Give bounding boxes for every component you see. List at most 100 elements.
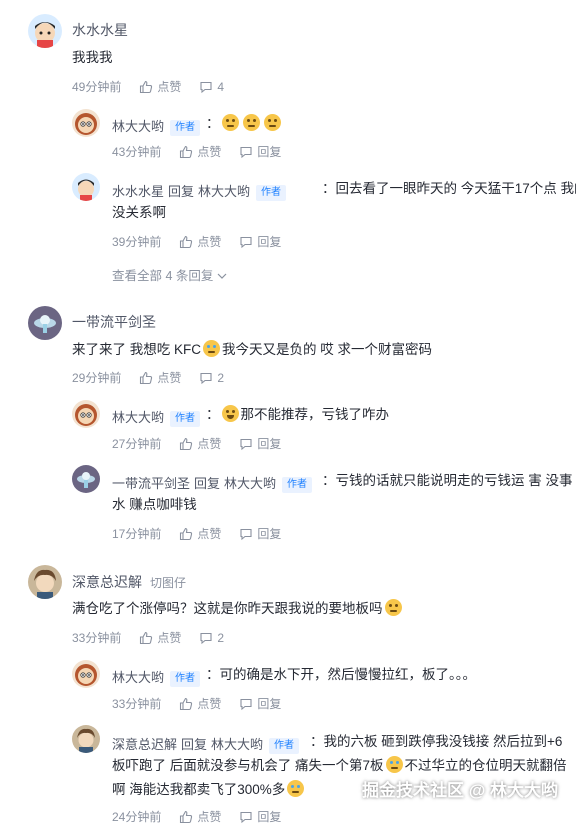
comment-author[interactable]: 一带流平剑圣 bbox=[72, 312, 156, 332]
reply-author-name[interactable]: 深意总迟解 bbox=[112, 737, 177, 752]
reply-time: 39分钟前 bbox=[112, 235, 162, 249]
reply-button[interactable]: 回复 bbox=[239, 525, 281, 542]
reply-target-name[interactable]: 林大大哟 bbox=[211, 737, 263, 752]
thinking-emoji-icon bbox=[242, 114, 260, 131]
comment-author: 深意总迟解 切图仔 bbox=[72, 572, 186, 592]
reply-author: 林大大哟 作者 bbox=[112, 407, 201, 427]
reply-to-label: 回复 bbox=[181, 737, 208, 752]
author-badge: 作者 bbox=[256, 185, 287, 201]
reply-text: ：那不能推荐，亏钱了咋办 bbox=[206, 405, 389, 422]
reply-author-name[interactable]: 一带流平剑圣 bbox=[112, 476, 190, 491]
reply-to-label: 回复 bbox=[194, 476, 221, 491]
reply-text: ： bbox=[206, 113, 283, 135]
comment-meta: 33分钟前 点赞 2 bbox=[72, 629, 242, 646]
reply-author-name[interactable]: 林大大哟 bbox=[112, 670, 164, 685]
reply-text-cont: 板吓跑了 后面就没参与机会了 痛失一个第7板 不过华立的仓位明天就翻倍 bbox=[112, 756, 567, 773]
like-button[interactable]: 点赞 bbox=[179, 525, 221, 542]
reply-time: 43分钟前 bbox=[112, 145, 162, 159]
reply-meta: 43分钟前 点赞 回复 bbox=[112, 143, 299, 160]
reply-text-cont: 没关系啊 bbox=[112, 205, 166, 220]
comment-icon bbox=[240, 698, 252, 710]
comment-icon bbox=[240, 438, 252, 450]
avatar-shuixingxing[interactable] bbox=[72, 173, 100, 201]
thumbs-up-icon bbox=[180, 697, 193, 710]
reply-count-button[interactable]: 2 bbox=[199, 371, 224, 385]
reply-text-cont: 啊 海能达我都卖飞了300%多 bbox=[112, 779, 306, 801]
crying-emoji-icon bbox=[287, 780, 305, 797]
reply-text: ：我的六板 砸到跌停我没钱接 然后拉到+6 bbox=[310, 734, 563, 749]
avatar-lindadayo[interactable] bbox=[72, 109, 100, 137]
reply-text: ：可的确是水下开，然后慢慢拉红，板了。。。 bbox=[206, 667, 476, 682]
like-button[interactable]: 点赞 bbox=[179, 143, 221, 160]
reply-target-name[interactable]: 林大大哟 bbox=[224, 476, 276, 491]
thumbs-up-icon bbox=[140, 371, 153, 384]
avatar-yidailiuping[interactable] bbox=[72, 465, 100, 493]
comment-text: 我我我 bbox=[72, 50, 113, 65]
like-button[interactable]: 点赞 bbox=[179, 695, 221, 712]
comment-text: 满仓吃了个涨停吗？这就是你昨天跟我说的要地板吗 bbox=[72, 598, 404, 620]
comment-icon bbox=[200, 632, 212, 644]
avatar-shenyizongchijie[interactable] bbox=[72, 725, 100, 753]
thumbs-up-icon bbox=[180, 527, 193, 540]
like-button[interactable]: 点赞 bbox=[139, 629, 181, 646]
reply-time: 24分钟前 bbox=[112, 810, 162, 824]
comment-time: 29分钟前 bbox=[72, 371, 122, 385]
thumbs-up-icon bbox=[180, 145, 193, 158]
reply-button[interactable]: 回复 bbox=[239, 435, 281, 452]
reply-target-name[interactable]: 林大大哟 bbox=[198, 184, 250, 199]
comment-icon bbox=[240, 146, 252, 158]
chevron-down-icon bbox=[217, 273, 227, 279]
reply-text-cont: 水 赚点咖啡钱 bbox=[112, 497, 197, 512]
comment-icon bbox=[240, 236, 252, 248]
like-button[interactable]: 点赞 bbox=[179, 233, 221, 250]
reply-button[interactable]: 回复 bbox=[239, 233, 281, 250]
reply-button[interactable]: 回复 bbox=[239, 143, 281, 160]
watermark: 掘金技术社区 @ 林大大哟 bbox=[361, 781, 558, 800]
reply-text: ：亏钱的话就只能说明走的亏钱运 害 没事 bbox=[322, 473, 573, 488]
reply-author-name[interactable]: 林大大哟 bbox=[112, 119, 164, 134]
reply-author: 深意总迟解 回复 林大大哟 作者 bbox=[112, 734, 300, 754]
avatar-lindadayo[interactable] bbox=[72, 660, 100, 688]
reply-meta: 39分钟前 点赞 回复 bbox=[112, 233, 299, 250]
reply-meta: 27分钟前 点赞 回复 bbox=[112, 435, 299, 452]
reply-count-button[interactable]: 2 bbox=[199, 631, 224, 645]
avatar-yidailiuping[interactable] bbox=[28, 306, 62, 340]
comment-time: 33分钟前 bbox=[72, 631, 122, 645]
reply-time: 27分钟前 bbox=[112, 437, 162, 451]
avatar-lindadayo[interactable] bbox=[72, 400, 100, 428]
crying-emoji-icon bbox=[385, 756, 403, 773]
comment-text: 来了来了 我想吃 KFC 我今天又是负的 哎 求一个财富密码 bbox=[72, 340, 433, 357]
avatar-shenyizongchijie[interactable] bbox=[28, 565, 62, 599]
avatar-shuixingxing[interactable] bbox=[28, 14, 62, 48]
author-badge: 作者 bbox=[269, 738, 300, 754]
thumbs-up-icon bbox=[180, 437, 193, 450]
comment-author[interactable]: 水水水星 bbox=[72, 20, 128, 40]
author-badge: 作者 bbox=[170, 411, 201, 427]
reply-meta: 24分钟前 点赞 回复 bbox=[112, 808, 299, 825]
reply-author: 一带流平剑圣 回复 林大大哟 作者 bbox=[112, 473, 313, 493]
crying-emoji-icon bbox=[203, 340, 221, 357]
like-button[interactable]: 点赞 bbox=[139, 369, 181, 386]
thinking-emoji-icon bbox=[263, 114, 281, 131]
thinking-emoji-icon bbox=[221, 114, 239, 131]
comment-meta: 29分钟前 点赞 2 bbox=[72, 369, 242, 386]
reply-button[interactable]: 回复 bbox=[239, 695, 281, 712]
comment-author-name[interactable]: 深意总迟解 bbox=[72, 574, 142, 590]
reply-text: ：回去看了一眼昨天的 今天猛干17个点 我的天 bbox=[322, 181, 576, 196]
reply-button[interactable]: 回复 bbox=[239, 808, 281, 825]
reply-author-name[interactable]: 水水水星 bbox=[112, 184, 164, 199]
like-button[interactable]: 点赞 bbox=[179, 808, 221, 825]
comment-time: 49分钟前 bbox=[72, 80, 122, 94]
author-badge: 作者 bbox=[170, 120, 201, 136]
like-button[interactable]: 点赞 bbox=[179, 435, 221, 452]
view-all-replies-link[interactable]: 查看全部 4 条回复 bbox=[112, 265, 227, 284]
laughing-emoji-icon bbox=[221, 405, 239, 422]
thumbs-up-icon bbox=[140, 631, 153, 644]
reply-time: 33分钟前 bbox=[112, 697, 162, 711]
reply-author-name[interactable]: 林大大哟 bbox=[112, 410, 164, 425]
reply-author: 水水水星 回复 林大大哟 作者 bbox=[112, 181, 287, 201]
like-button[interactable]: 点赞 bbox=[139, 78, 181, 95]
reply-author: 林大大哟 作者 bbox=[112, 667, 201, 687]
reply-count-button[interactable]: 4 bbox=[199, 80, 224, 94]
comment-icon bbox=[240, 811, 252, 823]
